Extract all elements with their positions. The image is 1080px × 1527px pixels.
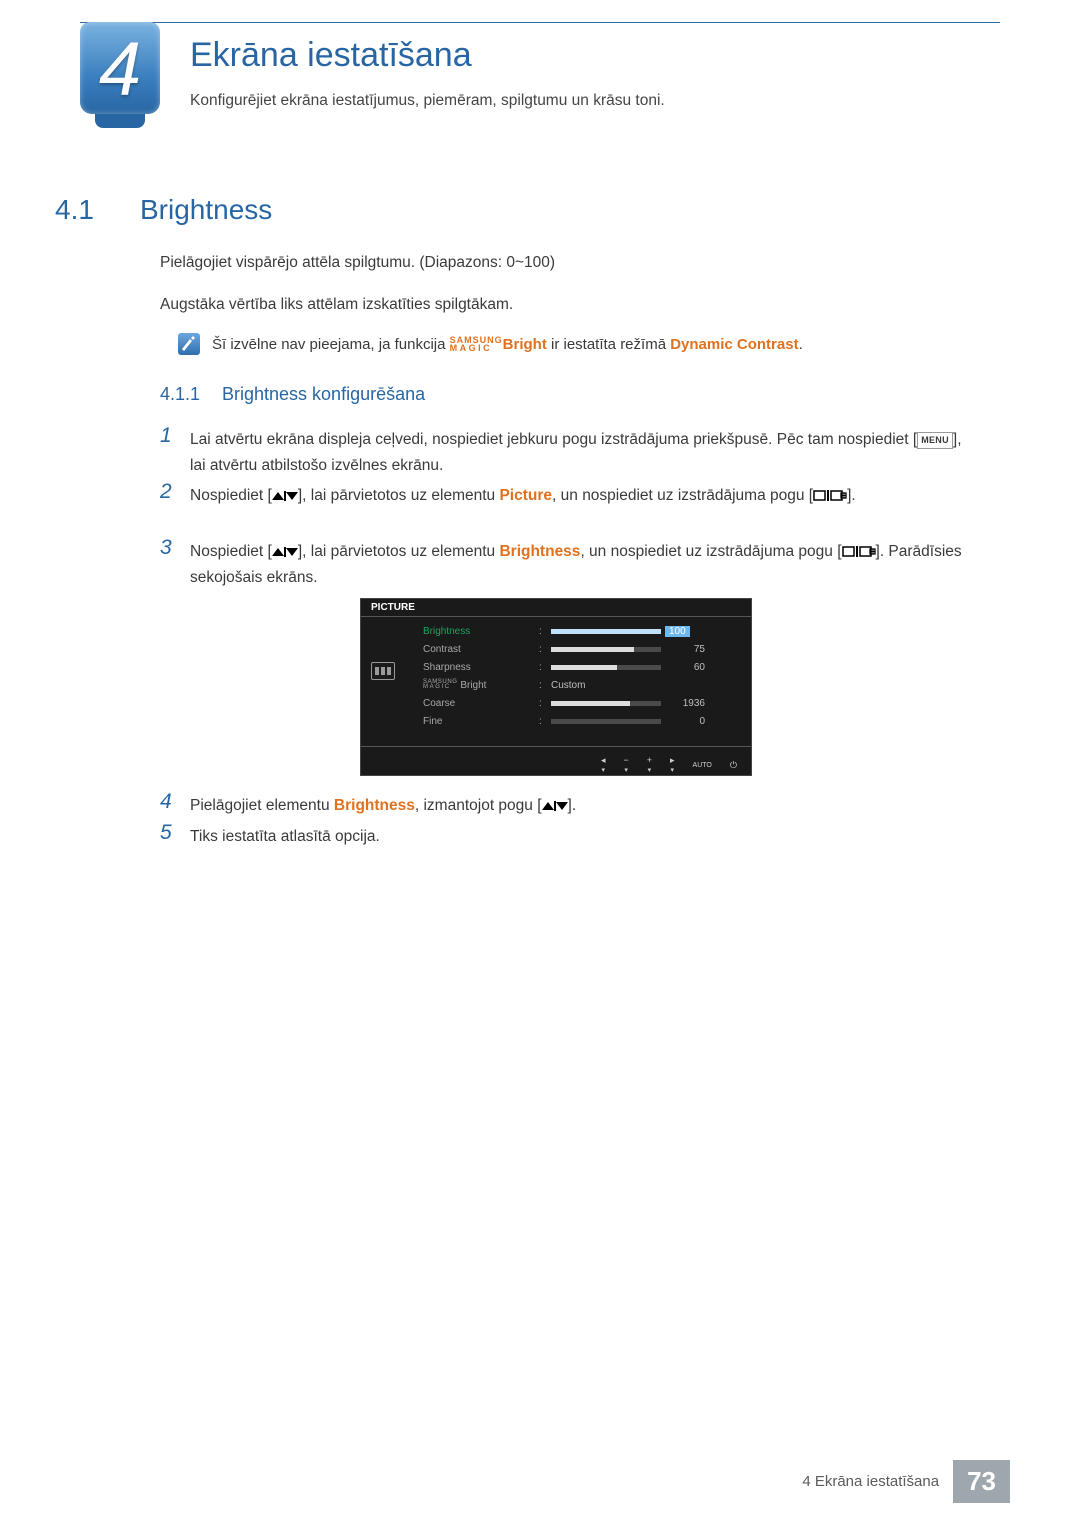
osd-panel: PICTURE Brightness: 100 Contrast: 75 Sha… bbox=[360, 598, 752, 776]
osd-foot-auto: AUTO bbox=[693, 762, 712, 769]
chapter-subtitle: Konfigurējiet ekrāna iestatījumus, piemē… bbox=[190, 92, 980, 110]
paragraph-1: Pielāgojiet vispārējo attēla spilgtumu. … bbox=[160, 252, 980, 274]
section-title: Brightness bbox=[140, 194, 272, 226]
osd-foot: ◂▾ −▾ +▾ ▸▾ AUTO ⏻ bbox=[361, 755, 751, 775]
footer: 4 Ekrāna iestatīšana 73 bbox=[0, 1460, 1080, 1503]
up-down-arrows-icon bbox=[272, 543, 298, 560]
step-5-text: Tiks iestatīta atlasītā opcija. bbox=[190, 824, 980, 850]
subsection-title: Brightness konfigurēšana bbox=[222, 384, 425, 405]
osd-row-coarse: Coarse: 1936 bbox=[423, 694, 739, 712]
section-number: 4.1 bbox=[55, 194, 94, 226]
chapter-badge: 4 bbox=[80, 22, 160, 122]
footer-crumb: 4 Ekrāna iestatīšana bbox=[802, 1460, 953, 1503]
note-icon bbox=[178, 333, 200, 355]
menu-button-label: MENU bbox=[917, 432, 953, 449]
step-4-text: Pielāgojiet elementu Brightness, izmanto… bbox=[190, 793, 980, 819]
step-3-text: Nospiediet [], lai pārvietotos uz elemen… bbox=[190, 539, 980, 590]
osd-title: PICTURE bbox=[361, 599, 751, 616]
page-number-badge: 73 bbox=[953, 1460, 1010, 1503]
osd-foot-minus: −▾ bbox=[623, 756, 628, 774]
osd-foot-back: ◂▾ bbox=[601, 756, 606, 774]
top-rule bbox=[80, 22, 1000, 23]
paragraph-2: Augstāka vērtība liks attēlam izskatītie… bbox=[160, 294, 980, 316]
samsung-magic-logo: SAMSUNGMAGIC bbox=[450, 337, 503, 352]
osd-row-contrast: Contrast: 75 bbox=[423, 640, 739, 658]
step-2-text: Nospiediet [], lai pārvietotos uz elemen… bbox=[190, 483, 980, 509]
osd-row-magic-bright: SAMSUNGMAGIC Bright : Custom bbox=[423, 676, 739, 694]
note-text: Šī izvēlne nav pieejama, ja funkcija SAM… bbox=[212, 334, 980, 356]
step-1-number: 1 bbox=[160, 424, 172, 448]
source-enter-icon bbox=[842, 543, 876, 560]
step-5-number: 5 bbox=[160, 821, 172, 845]
step-3-number: 3 bbox=[160, 536, 172, 560]
osd-foot-enter: ▸▾ bbox=[670, 756, 675, 774]
up-down-arrows-icon bbox=[272, 487, 298, 504]
step-1-text: Lai atvērtu ekrāna displeja ceļvedi, nos… bbox=[190, 427, 980, 478]
osd-foot-power: ⏻ bbox=[730, 761, 737, 770]
osd-row-fine: Fine: 0 bbox=[423, 712, 739, 730]
step-2-number: 2 bbox=[160, 480, 172, 504]
step-4-number: 4 bbox=[160, 790, 172, 814]
osd-foot-plus: +▾ bbox=[647, 756, 652, 774]
chapter-number: 4 bbox=[80, 26, 160, 113]
picture-icon bbox=[371, 662, 395, 680]
subsection-number: 4.1.1 bbox=[160, 384, 200, 405]
source-enter-icon bbox=[813, 487, 847, 504]
chapter-title: Ekrāna iestatīšana bbox=[190, 36, 472, 75]
osd-bar-fill bbox=[551, 629, 661, 634]
osd-row-sharpness: Sharpness: 60 bbox=[423, 658, 739, 676]
osd-row-brightness: Brightness: 100 bbox=[423, 622, 739, 640]
up-down-arrows-icon bbox=[542, 797, 568, 814]
